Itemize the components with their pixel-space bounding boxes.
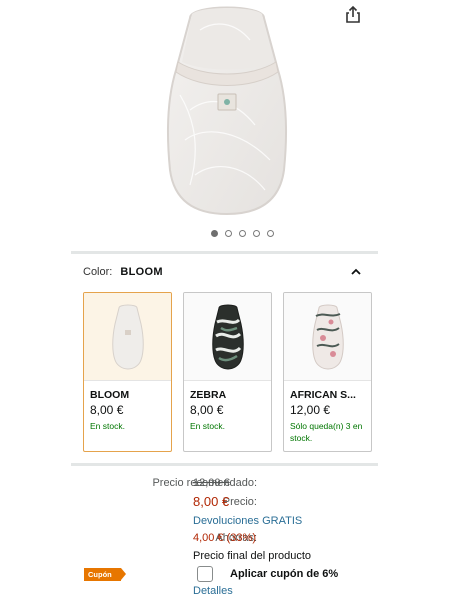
african-thumbnail [311,304,344,370]
savings-value: 4,00 € (33%) [193,532,256,544]
coupon-details-link[interactable]: Detalles [193,585,233,597]
price-value: 8,00 € [193,494,230,509]
swatch-name: ZEBRA [190,389,227,401]
chevron-up-icon[interactable] [349,265,363,279]
final-price-note: Precio final del producto [193,550,312,562]
swatch-price: 12,00 € [290,403,331,417]
color-selector-header[interactable]: Color: BLOOM [83,266,373,282]
swatch-name: AFRICAN S... [290,389,356,401]
color-swatch-list: BLOOM 8,00 € En stock. ZEBRA 8,00 € En s… [83,292,373,452]
section-divider [71,251,378,254]
carousel-dot[interactable] [239,230,246,237]
swatch-stock: En stock. [90,421,125,431]
swatch-price: 8,00 € [190,403,224,417]
rrp-row: Precio recomendado: 12,00 € [71,477,381,493]
returns-row: Devoluciones GRATIS [71,515,381,531]
carousel-dot[interactable] [253,230,260,237]
zebra-thumbnail [211,304,244,370]
carousel-pagination [0,230,475,240]
share-icon[interactable] [342,4,364,26]
swatch-african[interactable]: AFRICAN S... 12,00 € Sólo queda(n) 3 en … [283,292,372,452]
free-returns-link[interactable]: Devoluciones GRATIS [193,515,302,527]
section-divider [71,463,378,466]
swatch-stock: En stock. [190,421,225,431]
swatch-image [284,293,371,381]
carousel-dot[interactable] [267,230,274,237]
swatch-price: 8,00 € [90,403,124,417]
swatch-bloom[interactable]: BLOOM 8,00 € En stock. [83,292,172,452]
final-price-row: Precio final del producto [71,550,381,566]
swatch-zebra[interactable]: ZEBRA 8,00 € En stock. [183,292,272,452]
coupon-text[interactable]: Aplicar cupón de 6% [230,568,338,580]
product-image-gallery[interactable] [0,0,475,226]
selected-color-value: BLOOM [120,266,163,278]
swatch-name: BLOOM [90,389,130,401]
carousel-dot[interactable] [211,230,218,237]
coupon-row: Cupón Aplicar cupón de 6% [84,565,384,583]
color-label: Color: [83,266,113,278]
coupon-checkbox[interactable] [197,566,213,582]
savings-row: Ahorras: 4,00 € (33%) [71,532,381,548]
bloom-thumbnail [111,304,144,370]
details-row: Detalles [71,585,381,597]
product-main-image[interactable] [160,0,294,218]
rrp-value: 12,00 € [193,477,230,489]
swatch-stock: Sólo queda(n) 3 en stock. [290,421,363,443]
coupon-badge: Cupón [84,568,126,581]
swatch-image [84,293,171,381]
swatch-image [184,293,271,381]
price-row: Precio: 8,00 € [71,494,381,512]
carousel-dot[interactable] [225,230,232,237]
